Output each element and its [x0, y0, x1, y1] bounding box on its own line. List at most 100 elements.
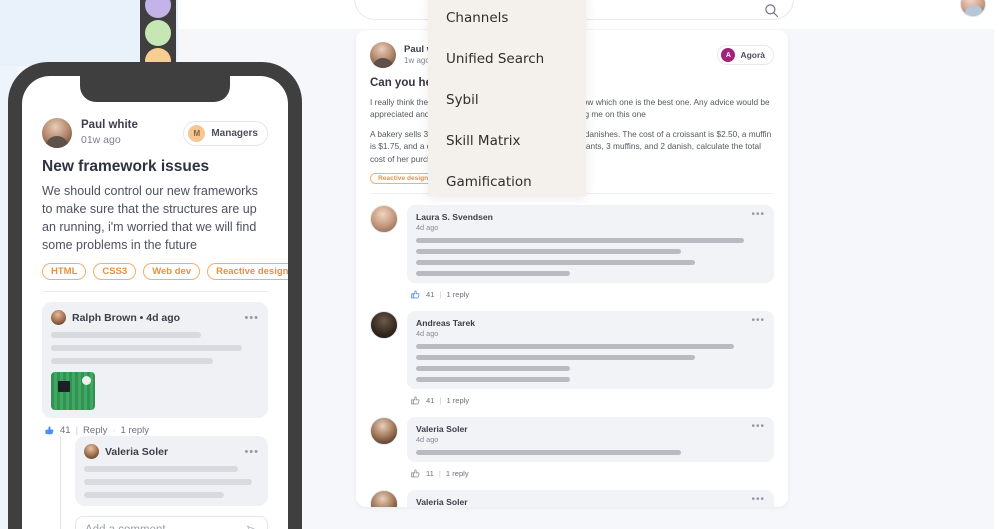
- comment-menu-icon[interactable]: •••: [244, 446, 259, 457]
- comment-author: Laura S. Svendsen: [416, 212, 493, 223]
- reply-count[interactable]: 1 reply: [121, 425, 150, 436]
- tag[interactable]: Web dev: [143, 263, 201, 280]
- avatar[interactable]: [370, 417, 398, 446]
- skeleton-line: [416, 249, 682, 255]
- post-header: Paul white 01w ago M Managers: [42, 118, 268, 148]
- skeleton-line: [416, 271, 570, 277]
- comment-menu-icon[interactable]: •••: [751, 422, 765, 432]
- comment-menu-icon[interactable]: •••: [751, 316, 765, 326]
- skeleton-line: [84, 479, 252, 485]
- like-icon[interactable]: [410, 289, 421, 300]
- comment-input[interactable]: Add a comment: [75, 516, 268, 529]
- comment-bubble: Ralph Brown • 4d ago •••: [42, 302, 268, 418]
- tag[interactable]: Reactive design: [370, 173, 437, 185]
- post-timestamp: 01w ago: [81, 134, 121, 147]
- reply-thread: Valeria Soler ••• Add a comment: [60, 436, 268, 529]
- comment-row: Valeria Soler 4d ago ••• 11 | 1 reply: [370, 490, 774, 507]
- reply-count[interactable]: 1 reply: [446, 290, 469, 299]
- avatar[interactable]: [370, 311, 398, 340]
- like-count: 11: [426, 469, 434, 479]
- like-count: 41: [426, 396, 435, 406]
- tag[interactable]: HTML: [42, 263, 87, 280]
- phone-mockup: Paul white 01w ago M Managers New framew…: [8, 62, 302, 529]
- reply-button[interactable]: Reply: [83, 425, 107, 436]
- app-header: [178, 0, 1000, 29]
- like-icon[interactable]: [410, 468, 421, 479]
- skeleton-line: [51, 345, 243, 351]
- skeleton-line: [84, 466, 238, 472]
- comment-input-placeholder: Add a comment: [85, 524, 166, 529]
- comment-timestamp: 4d ago: [416, 329, 439, 339]
- nav-dot-green[interactable]: [145, 20, 171, 46]
- phone-screen: Paul white 01w ago M Managers New framew…: [22, 76, 288, 529]
- badge-avatar: M: [188, 124, 206, 142]
- comment-author: Ralph Brown • 4d ago: [72, 311, 181, 324]
- avatar[interactable]: [84, 444, 99, 459]
- nav-dot-purple[interactable]: [145, 0, 171, 18]
- divider: [42, 291, 268, 292]
- comment-row: Andreas Tarek 4d ago ••• 41 | 1 reply: [370, 311, 774, 406]
- badge-avatar: A: [721, 48, 736, 62]
- skeleton-line: [416, 344, 734, 350]
- comment-menu-icon[interactable]: •••: [751, 210, 765, 220]
- comment-author: Valeria Soler: [416, 497, 468, 507]
- comment-menu-icon[interactable]: •••: [751, 495, 765, 505]
- dropdown-menu[interactable]: Channels Unified Search Sybil Skill Matr…: [428, 0, 586, 196]
- like-count: 41: [60, 425, 71, 436]
- phone-notch: [80, 76, 230, 102]
- send-icon[interactable]: [246, 524, 258, 529]
- like-count: 41: [426, 290, 435, 300]
- like-icon[interactable]: [410, 395, 421, 406]
- avatar[interactable]: [51, 310, 66, 325]
- badge-label: Agorà: [740, 50, 765, 60]
- search-icon[interactable]: [764, 3, 779, 18]
- page-title: New framework issues: [42, 158, 210, 175]
- reply-count[interactable]: 1 reply: [446, 469, 469, 478]
- separator: |: [439, 396, 442, 406]
- menu-item-sybil[interactable]: Sybil: [446, 90, 568, 131]
- comment-bubble: Valeria Soler 4d ago •••: [407, 490, 774, 507]
- menu-item-unified-search[interactable]: Unified Search: [446, 49, 568, 90]
- badge-label: Managers: [211, 127, 258, 139]
- comment-actions: 41 | Reply · 1 reply: [44, 425, 268, 436]
- skeleton-line: [51, 332, 201, 338]
- skeleton-line: [416, 238, 745, 244]
- separator: |: [75, 425, 79, 436]
- tag[interactable]: Reactive design: [207, 263, 288, 280]
- avatar[interactable]: [370, 490, 398, 507]
- separator: |: [438, 469, 441, 479]
- status-badge[interactable]: M Managers: [183, 120, 268, 146]
- skeleton-line: [416, 260, 696, 266]
- menu-item-skill-matrix[interactable]: Skill Matrix: [446, 131, 568, 172]
- comment-bubble: Laura S. Svendsen 4d ago •••: [407, 205, 774, 284]
- comment-timestamp: 4d ago: [416, 435, 439, 445]
- avatar[interactable]: [42, 118, 72, 148]
- comment-author: Andreas Tarek: [416, 318, 476, 329]
- tag-list: HTML CSS3 Web dev Reactive design: [42, 263, 288, 280]
- comment-header: Ralph Brown • 4d ago •••: [51, 310, 259, 325]
- skeleton-line: [416, 450, 682, 456]
- comment-actions: 41 | 1 reply: [410, 395, 774, 406]
- avatar[interactable]: [960, 0, 986, 17]
- comment-menu-icon[interactable]: •••: [244, 312, 259, 323]
- avatar[interactable]: [370, 42, 396, 68]
- avatar[interactable]: [370, 205, 398, 234]
- skeleton-line: [416, 377, 570, 383]
- separator: ·: [112, 425, 116, 436]
- skeleton-line: [84, 492, 224, 498]
- skeleton-line: [416, 355, 696, 361]
- reply-count[interactable]: 1 reply: [446, 396, 469, 405]
- comment-bubble: Valeria Soler •••: [75, 436, 268, 506]
- comment-image[interactable]: [51, 372, 95, 410]
- tag[interactable]: CSS3: [93, 263, 137, 280]
- menu-item-gamification[interactable]: Gamification: [446, 172, 568, 192]
- menu-item-channels[interactable]: Channels: [446, 8, 568, 49]
- comment-timestamp: 4d ago: [416, 223, 439, 233]
- comment-bubble: Andreas Tarek 4d ago •••: [407, 311, 774, 390]
- right-gutter: [994, 0, 1000, 529]
- separator: |: [439, 290, 442, 300]
- like-icon[interactable]: [44, 425, 55, 436]
- status-badge[interactable]: A Agorà: [717, 45, 774, 65]
- post-author: Paul white: [81, 119, 138, 132]
- skeleton-line: [416, 366, 570, 372]
